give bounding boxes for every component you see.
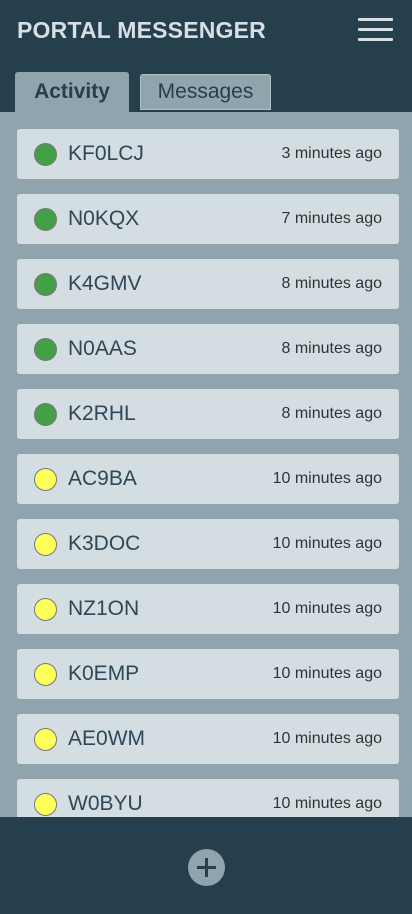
activity-row[interactable]: NZ1ON 10 minutes ago xyxy=(17,584,399,634)
status-dot-icon xyxy=(34,533,57,556)
callsign-label: AE0WM xyxy=(68,727,146,750)
status-dot-icon xyxy=(34,403,57,426)
activity-row[interactable]: K2RHL 8 minutes ago xyxy=(17,389,399,439)
activity-row[interactable]: W0BYU 10 minutes ago xyxy=(17,779,399,817)
add-button[interactable] xyxy=(188,849,225,886)
app-header: PORTAL MESSENGER Activity Messages xyxy=(0,0,412,112)
last-seen-time: 10 minutes ago xyxy=(272,665,382,682)
tab-activity[interactable]: Activity xyxy=(15,72,129,112)
last-seen-time: 10 minutes ago xyxy=(272,535,382,552)
app-footer xyxy=(0,817,412,914)
last-seen-time: 10 minutes ago xyxy=(272,730,382,747)
status-dot-icon xyxy=(34,598,57,621)
callsign-label: K4GMV xyxy=(68,272,142,295)
status-dot-icon xyxy=(34,793,57,816)
activity-row[interactable]: N0AAS 8 minutes ago xyxy=(17,324,399,374)
status-dot-icon xyxy=(34,728,57,751)
callsign-label: N0KQX xyxy=(68,207,140,230)
status-dot-icon xyxy=(34,338,57,361)
callsign-label: AC9BA xyxy=(68,467,137,490)
status-dot-icon xyxy=(34,273,57,296)
callsign-label: KF0LCJ xyxy=(68,142,144,165)
activity-row[interactable]: N0KQX 7 minutes ago xyxy=(17,194,399,244)
last-seen-time: 7 minutes ago xyxy=(281,210,382,227)
callsign-label: K0EMP xyxy=(68,662,140,685)
last-seen-time: 10 minutes ago xyxy=(272,470,382,487)
activity-row[interactable]: AC9BA 10 minutes ago xyxy=(17,454,399,504)
last-seen-time: 3 minutes ago xyxy=(281,145,382,162)
hamburger-menu-icon[interactable] xyxy=(358,17,393,43)
last-seen-time: 10 minutes ago xyxy=(272,795,382,812)
last-seen-time: 8 minutes ago xyxy=(281,275,382,292)
status-dot-icon xyxy=(34,143,57,166)
callsign-label: K3DOC xyxy=(68,532,141,555)
activity-row[interactable]: K3DOC 10 minutes ago xyxy=(17,519,399,569)
callsign-label: K2RHL xyxy=(68,402,136,425)
status-dot-icon xyxy=(34,663,57,686)
activity-list[interactable]: KF0LCJ 3 minutes ago N0KQX 7 minutes ago K4G… xyxy=(0,112,412,817)
last-seen-time: 8 minutes ago xyxy=(281,340,382,357)
tab-messages[interactable]: Messages xyxy=(140,74,271,110)
callsign-label: NZ1ON xyxy=(68,597,140,620)
activity-row[interactable]: K4GMV 8 minutes ago xyxy=(17,259,399,309)
activity-row[interactable]: KF0LCJ 3 minutes ago xyxy=(17,129,399,179)
last-seen-time: 8 minutes ago xyxy=(281,405,382,422)
callsign-label: N0AAS xyxy=(68,337,137,360)
callsign-label: W0BYU xyxy=(68,792,143,815)
app-title: PORTAL MESSENGER xyxy=(17,17,266,43)
status-dot-icon xyxy=(34,468,57,491)
last-seen-time: 10 minutes ago xyxy=(272,600,382,617)
activity-row[interactable]: AE0WM 10 minutes ago xyxy=(17,714,399,764)
activity-row[interactable]: K0EMP 10 minutes ago xyxy=(17,649,399,699)
status-dot-icon xyxy=(34,208,57,231)
